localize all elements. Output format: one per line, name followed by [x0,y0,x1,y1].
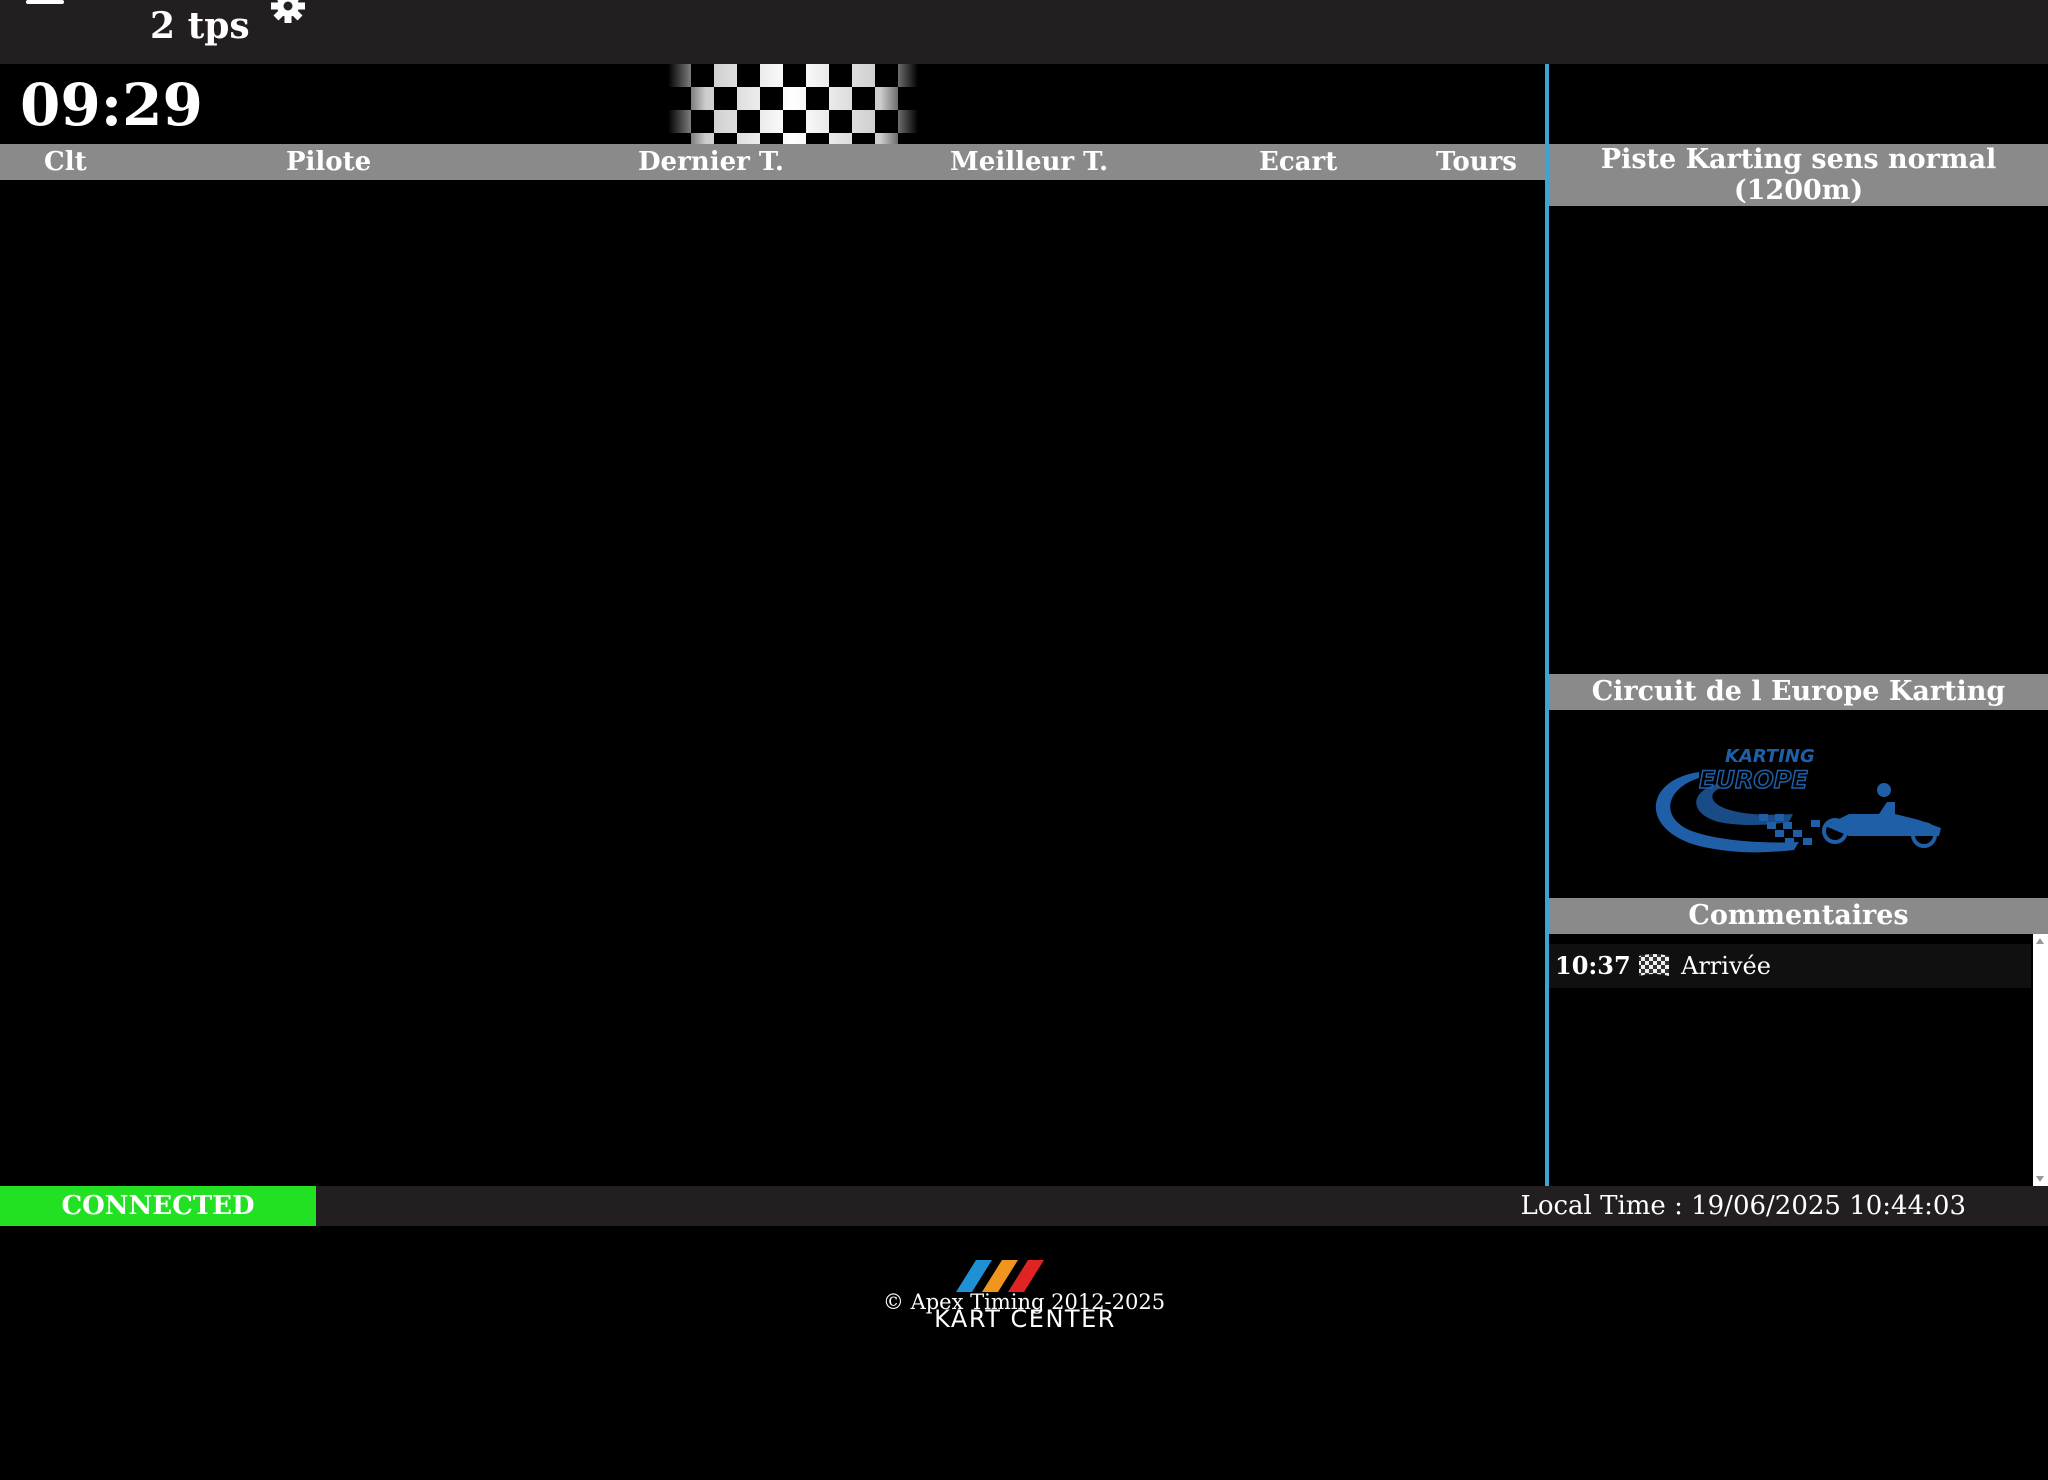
column-pilote[interactable]: Pilote [286,144,371,180]
top-bar: 2 tps [0,0,2048,64]
tps-label: 2 tps [150,5,250,47]
status-bar: CONNECTED Local Time : 19/06/2025 10:44:… [0,1186,2048,1226]
copyright: © Apex Timing 2012-2025 [882,1290,1166,1314]
column-meilleur-tour[interactable]: Meilleur T. [950,144,1108,180]
comment-text: Arrivée [1681,952,1771,980]
scroll-down-icon[interactable] [2036,1176,2044,1182]
column-dernier-tour[interactable]: Dernier T. [638,144,784,180]
circuit-title: Circuit de l Europe Karting [1549,674,2048,710]
track-title: Piste Karting sens normal (1200m) [1549,144,2048,206]
local-time: Local Time : 19/06/2025 10:44:03 [1520,1191,1966,1221]
connection-status-badge: CONNECTED [0,1186,316,1226]
scroll-up-icon[interactable] [2036,938,2044,944]
checkered-flag-icon [1639,954,1669,976]
column-ecart[interactable]: Ecart [1259,144,1337,180]
menu-icon[interactable] [26,0,64,14]
column-tours[interactable]: Tours [1436,144,1517,180]
comment-item: 10:37 Arrivée [1549,944,2031,988]
checkered-flag [668,64,918,144]
karting-europe-logo: KARTING EUROPE [1655,746,1941,853]
logo-text-karting: KARTING [1725,746,1815,767]
comments-list[interactable]: 10:37 Arrivée [1549,934,2048,1186]
comment-time: 10:37 [1555,951,1631,980]
results-table-header: Clt Pilote Dernier T. Meilleur T. Ecart … [0,144,1545,180]
session-clock: 09:29 [20,71,203,139]
column-clt[interactable]: Clt [44,144,87,180]
comments-scrollbar[interactable] [2033,934,2048,1186]
gear-icon[interactable] [268,0,308,26]
footer: KART CENTER © Apex Timing 2012-2025 [0,1254,2048,1334]
comments-title: Commentaires [1549,898,2048,934]
